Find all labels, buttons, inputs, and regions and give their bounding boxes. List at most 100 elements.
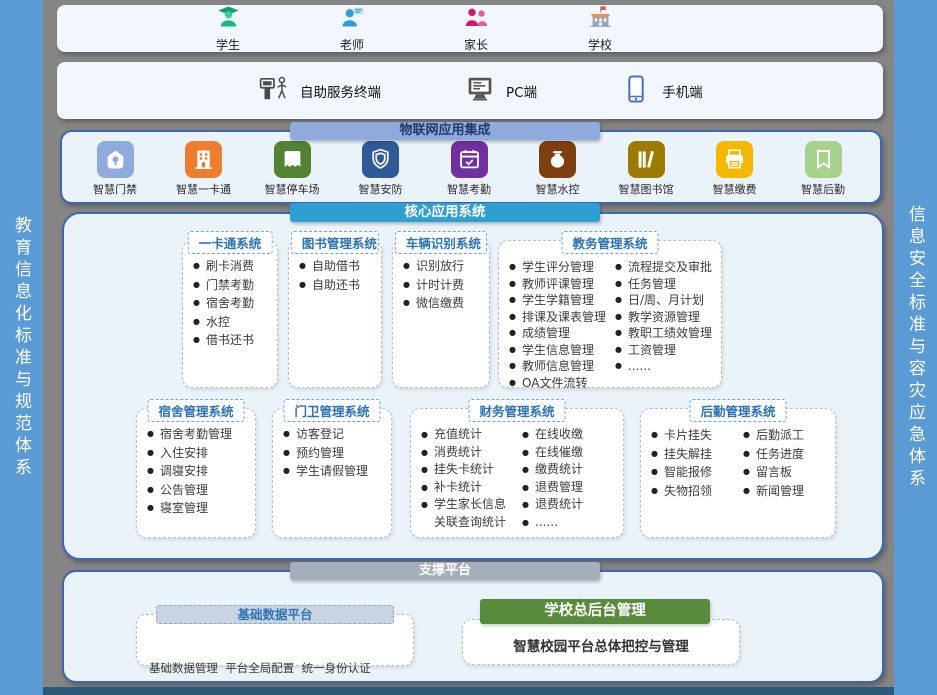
right-sidebar-label: 信息安全标准与容灾应急体系 <box>903 205 928 491</box>
card-title: 财务管理系统 <box>468 399 565 422</box>
terminal-self-service: 自助服务终端 <box>257 73 381 109</box>
list-item: 挂失解挂 <box>651 445 737 464</box>
user-label: 学生 <box>216 36 240 53</box>
right-security-sidebar: 信息安全标准与容灾应急体系 <box>894 0 937 695</box>
self-service-kiosk-icon <box>257 73 291 109</box>
user-school: 学校 <box>577 4 623 53</box>
core-panel: 一卡通系统 刷卡消费门禁考勤宿舍考勤水控借书还书 图书管理系统 自助借书自助还书… <box>62 212 884 560</box>
iot-app-label: 智慧后勤 <box>801 181 845 197</box>
iot-app-label: 智慧门禁 <box>93 181 137 197</box>
iot-app-label: 智慧图书馆 <box>619 181 674 197</box>
support-section-header: 支撑平台 <box>290 562 600 580</box>
card-finance-system: 财务管理系统 充值统计消费统计挂失卡统计补卡统计学生家长信息关联查询统计 在线收… <box>410 408 624 538</box>
list-item: 任务管理 <box>615 276 715 293</box>
card-title: 后勤管理系统 <box>689 399 786 422</box>
list-item: 教职工绩效管理 <box>615 325 715 342</box>
card-gate-guard-system: 门卫管理系统 访客登记预约管理学生请假管理 <box>272 408 392 538</box>
iot-app-parking: 智慧停车场 <box>261 141 323 202</box>
card-logistics-system: 后勤管理系统 卡片挂失挂失解挂智能报修失物招领 后勤派工任务进度留言板新闻管理 <box>640 408 836 538</box>
parents-icon <box>463 4 490 35</box>
attendance-calendar-icon <box>451 141 488 178</box>
user-teacher: 老师 <box>329 4 375 53</box>
terminal-pc: PC端 <box>463 73 537 109</box>
list-item: 借书还书 <box>193 331 271 350</box>
card-academic-affairs-system: 教务管理系统 学生评分管理教师评课管理学生学籍管理排课及课表管理成绩管理学生信息… <box>498 240 722 388</box>
list-item: 学生家长信息关联查询统计 <box>421 496 516 531</box>
feature-list: 自助借书自助还书 <box>299 257 375 381</box>
list-item: 留言板 <box>743 463 829 482</box>
list-item: 宿舍考勤 <box>193 294 271 313</box>
card-vehicle-recognition-system: 车辆识别系统 识别放行计时计费微信缴费 <box>392 240 490 388</box>
logistics-bookmark-icon <box>805 141 842 178</box>
card-library-system: 图书管理系统 自助借书自助还书 <box>288 240 382 388</box>
card-title: 一卡通系统 <box>188 231 273 254</box>
users-panel: 学生 老师 家长 学校 <box>57 5 883 52</box>
support-panel: 基础数据平台 基础数据管理 平台全局配置 统一身份认证 用户账户与权限管理 单点… <box>62 570 884 683</box>
one-card-icon <box>185 141 222 178</box>
feature-list: 学生评分管理教师评课管理学生学籍管理排课及课表管理成绩管理学生信息管理教师信息管… <box>509 259 609 381</box>
terminal-mobile: 手机端 <box>619 73 703 109</box>
list-item: 成绩管理 <box>509 325 609 342</box>
list-item: 访客登记 <box>283 425 385 444</box>
pc-icon <box>463 73 497 109</box>
payment-printer-icon <box>716 141 753 178</box>
list-item: 学生学籍管理 <box>509 292 609 309</box>
card-title: 宿舍管理系统 <box>147 399 244 422</box>
bottom-bar <box>43 687 894 695</box>
list-item: 公告管理 <box>147 481 249 500</box>
school-admin-header: 学校总后台管理 <box>480 599 710 624</box>
list-item: 在线收缴 <box>522 426 617 444</box>
feature-list: 流程提交及审批任务管理日/周、月计划教学资源管理教职工绩效管理工资管理.....… <box>615 259 715 381</box>
feature-list: 后勤派工任务进度留言板新闻管理 <box>743 426 829 531</box>
list-item: 任务进度 <box>743 445 829 464</box>
library-books-icon <box>628 141 665 178</box>
list-item: 后勤派工 <box>743 426 829 445</box>
door-access-icon <box>97 141 134 178</box>
list-item: 调寝安排 <box>147 462 249 481</box>
security-shield-icon <box>362 141 399 178</box>
iot-app-label: 智慧安防 <box>359 181 403 197</box>
iot-app-payment: 智慧缴费 <box>704 141 766 202</box>
list-item: 排课及课表管理 <box>509 309 609 326</box>
list-item: 入住安排 <box>147 444 249 463</box>
water-control-icon <box>539 141 576 178</box>
user-label: 老师 <box>340 36 364 53</box>
base-data-line: 基础数据管理 平台全局配置 统一身份认证 <box>149 661 413 677</box>
list-item: 日/周、月计划 <box>615 292 715 309</box>
iot-app-water-control: 智慧水控 <box>527 141 589 202</box>
core-section-header: 核心应用系统 <box>290 203 600 222</box>
parking-icon <box>274 141 311 178</box>
list-item: 智能报修 <box>651 463 737 482</box>
list-item: 学生请假管理 <box>283 462 385 481</box>
iot-app-label: 智慧一卡通 <box>176 181 231 197</box>
list-item: 在线催缴 <box>522 444 617 462</box>
iot-app-label: 智慧停车场 <box>265 181 320 197</box>
iot-app-label: 智慧考勤 <box>447 181 491 197</box>
user-label: 家长 <box>464 36 488 53</box>
terminal-label: 自助服务终端 <box>300 81 381 101</box>
smart-campus-architecture-diagram: 教育信息化标准与规范体系 信息安全标准与容灾应急体系 学生 老师 家长 学校 自… <box>0 0 937 695</box>
list-item: 水控 <box>193 313 271 332</box>
feature-list: 识别放行计时计费微信缴费 <box>403 257 483 381</box>
list-item: 挂失卡统计 <box>421 461 516 479</box>
card-title: 车辆识别系统 <box>395 231 487 254</box>
school-admin-card: 智慧校园平台总体把控与管理 <box>462 619 740 665</box>
list-item: 计时计费 <box>403 276 483 295</box>
list-item: 退费管理 <box>522 479 617 497</box>
feature-list: 在线收缴在线催缴缴费统计退费管理退费统计...... <box>522 426 617 531</box>
list-item: 寝室管理 <box>147 499 249 518</box>
list-item: 新闻管理 <box>743 482 829 501</box>
feature-list: 刷卡消费门禁考勤宿舍考勤水控借书还书 <box>193 257 271 381</box>
iot-app-security: 智慧安防 <box>350 141 412 202</box>
left-sidebar-label: 教育信息化标准与规范体系 <box>9 216 34 480</box>
list-item: 门禁考勤 <box>193 276 271 295</box>
card-title: 图书管理系统 <box>291 231 379 254</box>
list-item: 退费统计 <box>522 496 617 514</box>
list-item: 自助还书 <box>299 276 375 295</box>
feature-list: 宿舍考勤管理入住安排调寝安排公告管理寝室管理 <box>147 425 249 531</box>
list-item: 学生评分管理 <box>509 259 609 276</box>
list-item: 预约管理 <box>283 444 385 463</box>
student-icon <box>215 4 242 35</box>
card-title: 教务管理系统 <box>561 231 658 254</box>
list-item: 微信缴费 <box>403 294 483 313</box>
